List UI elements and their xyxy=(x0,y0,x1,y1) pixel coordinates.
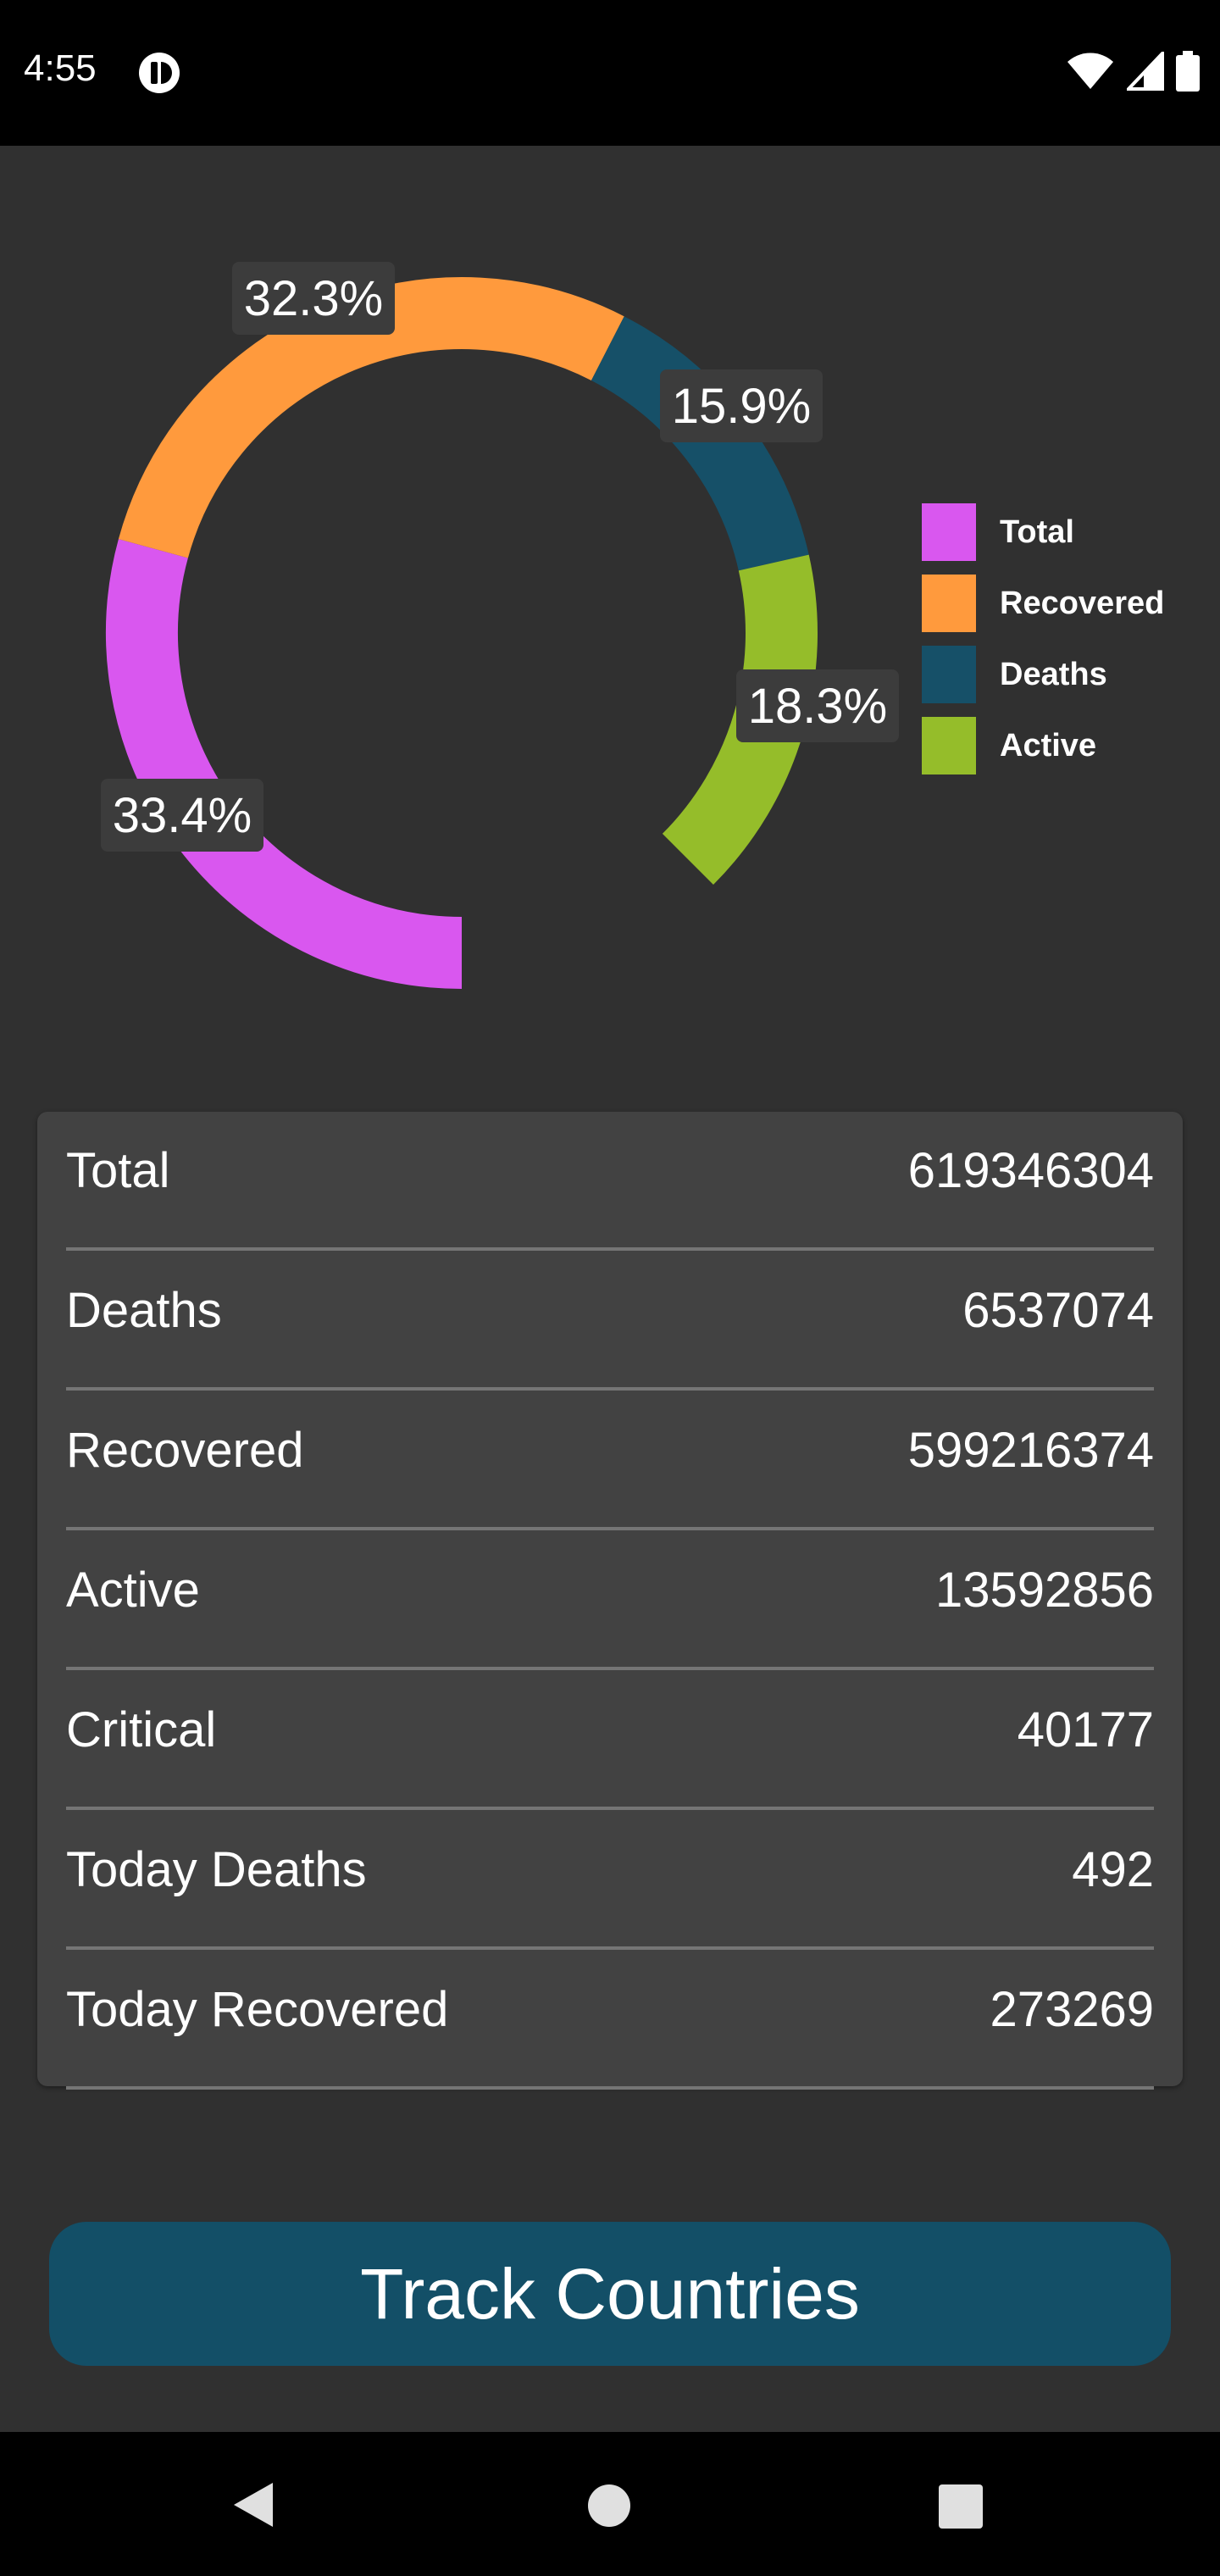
slice-percent-text: 15.9% xyxy=(672,379,811,434)
legend-item-recovered: Recovered xyxy=(922,568,1164,639)
signal-icon xyxy=(1127,52,1164,91)
stat-label: Recovered xyxy=(66,1423,304,1478)
slice-label-active: 18.3% xyxy=(736,669,899,742)
legend-swatch-active xyxy=(922,717,976,774)
stat-value: 619346304 xyxy=(907,1143,1154,1198)
stat-label: Critical xyxy=(66,1702,217,1757)
stat-row-today-deaths: Today Deaths 492 xyxy=(66,1811,1154,1950)
track-countries-button[interactable]: Track Countries xyxy=(49,2222,1171,2366)
donut-slice-total xyxy=(106,539,463,989)
divider xyxy=(66,1247,1154,1251)
stat-value: 6537074 xyxy=(962,1283,1154,1338)
legend-label-recovered: Recovered xyxy=(1000,585,1165,621)
stat-label: Total xyxy=(66,1143,170,1198)
legend-label-total: Total xyxy=(1000,514,1074,550)
legend-item-deaths: Deaths xyxy=(922,639,1164,710)
legend-swatch-recovered xyxy=(922,575,976,632)
slice-label-deaths: 15.9% xyxy=(660,369,823,442)
navigation-bar xyxy=(0,2432,1220,2576)
divider xyxy=(66,1667,1154,1670)
stat-row-total: Total 619346304 xyxy=(66,1112,1154,1251)
legend-label-active: Active xyxy=(1000,727,1097,763)
stat-row-recovered: Recovered 599216374 xyxy=(66,1391,1154,1530)
status-icons xyxy=(1066,47,1200,95)
divider xyxy=(66,1527,1154,1530)
legend-item-active: Active xyxy=(922,710,1164,781)
stat-row-deaths: Deaths 6537074 xyxy=(66,1252,1154,1391)
home-icon[interactable] xyxy=(588,2484,630,2527)
stat-row-critical: Critical 40177 xyxy=(66,1671,1154,1810)
divider xyxy=(66,1946,1154,1950)
divider xyxy=(66,2086,1154,2090)
stat-value: 13592856 xyxy=(934,1563,1154,1618)
stat-label: Today Recovered xyxy=(66,1982,449,2037)
status-time: 4:55 xyxy=(24,47,97,89)
legend-item-total: Total xyxy=(922,497,1164,568)
wifi-icon xyxy=(1068,53,1113,89)
stat-row-today-recovered: Today Recovered 273269 xyxy=(66,1951,1154,2090)
battery-icon xyxy=(1176,51,1200,92)
chart-legend: Total Recovered Deaths Active xyxy=(922,497,1164,781)
stat-value: 599216374 xyxy=(907,1423,1154,1478)
slice-label-total: 33.4% xyxy=(101,779,263,852)
donut-chart-area: 33.4% 32.3% 15.9% 18.3% Total Recovered Dea… xyxy=(0,146,1220,1078)
status-bar: 4:55 xyxy=(0,0,1220,146)
legend-swatch-total xyxy=(922,503,976,561)
back-icon[interactable] xyxy=(230,2479,278,2530)
app-notification-icon xyxy=(139,53,180,93)
stat-value: 40177 xyxy=(1017,1702,1154,1757)
stat-value: 273269 xyxy=(990,1982,1154,2037)
stat-label: Today Deaths xyxy=(66,1842,367,1897)
stat-label: Active xyxy=(66,1563,200,1618)
divider xyxy=(66,1387,1154,1391)
stats-card: Total 619346304 Deaths 6537074 Recovered… xyxy=(37,1112,1183,2090)
slice-percent-text: 33.4% xyxy=(113,788,252,843)
stat-label: Deaths xyxy=(66,1283,222,1338)
legend-label-deaths: Deaths xyxy=(1000,656,1107,692)
donut-slice-recovered xyxy=(118,277,624,558)
slice-label-recovered: 32.3% xyxy=(232,262,395,335)
legend-swatch-deaths xyxy=(922,646,976,703)
recents-icon[interactable] xyxy=(939,2484,983,2529)
slice-percent-text: 32.3% xyxy=(244,271,383,326)
divider xyxy=(66,1807,1154,1810)
slice-percent-text: 18.3% xyxy=(748,679,887,734)
stat-value: 492 xyxy=(1072,1842,1154,1897)
stat-row-active: Active 13592856 xyxy=(66,1531,1154,1670)
